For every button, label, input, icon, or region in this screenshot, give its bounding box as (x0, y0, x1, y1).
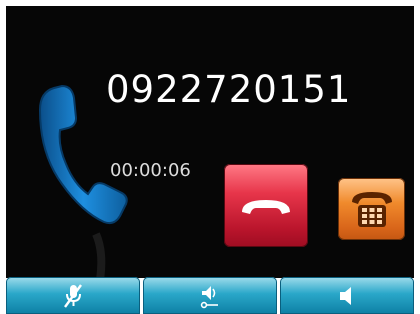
phone-number: 0922720151 (106, 68, 352, 111)
volume-button[interactable] (143, 277, 277, 314)
speaker-button[interactable] (280, 277, 414, 314)
keypad-button[interactable] (338, 178, 405, 240)
call-duration: 00:00:06 (110, 160, 191, 181)
speaker-icon (340, 286, 351, 305)
call-display: 0922720151 00:00:06 (6, 6, 414, 278)
speaker-volume-icon (200, 285, 218, 308)
call-screen: 0922720151 00:00:06 (0, 0, 420, 314)
end-call-button[interactable] (224, 164, 308, 247)
mute-button[interactable] (6, 277, 140, 314)
phone-handset-icon (38, 84, 128, 278)
mute-microphone-icon (64, 283, 82, 308)
dialpad-phone-icon (351, 192, 392, 227)
hang-up-icon (242, 199, 290, 214)
call-toolbar (6, 277, 414, 314)
